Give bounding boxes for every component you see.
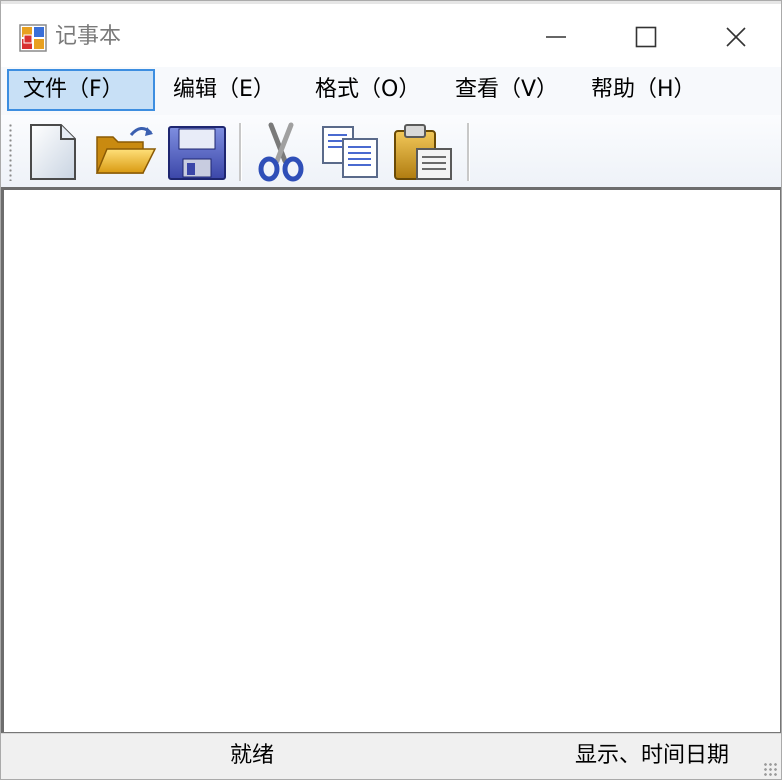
copy-icon — [322, 126, 378, 178]
cut-button[interactable] — [249, 121, 313, 183]
maximize-icon — [635, 26, 657, 48]
notepad-window: 记事本 文件（F） 编辑（E） 格式（O） 查看（V） 帮助（H） 就绪 显示、… — [0, 0, 782, 780]
close-button[interactable] — [691, 12, 781, 62]
minimize-button[interactable] — [511, 12, 601, 62]
title-bar[interactable]: 记事本 — [1, 1, 781, 67]
menu-file[interactable]: 文件（F） — [7, 69, 155, 111]
toolbar — [1, 115, 781, 187]
open-folder-icon — [95, 127, 157, 174]
paste-clipboard-icon — [394, 124, 452, 180]
toolbar-separator — [467, 123, 470, 181]
status-bar: 就绪 显示、时间日期 — [1, 733, 781, 779]
status-ready-label: 就绪 — [230, 743, 275, 768]
window-title: 记事本 — [55, 24, 122, 49]
new-button[interactable] — [21, 121, 85, 183]
menu-view[interactable]: 查看（V） — [439, 69, 575, 111]
save-button[interactable] — [165, 121, 229, 183]
status-info-label[interactable]: 显示、时间日期 — [575, 740, 729, 772]
menu-edit[interactable]: 编辑（E） — [157, 69, 297, 111]
toolbar-separator — [239, 123, 242, 181]
app-icon — [19, 24, 47, 52]
open-button[interactable] — [93, 121, 157, 183]
copy-button[interactable] — [319, 121, 383, 183]
maximize-button[interactable] — [601, 12, 691, 62]
paste-button[interactable] — [391, 121, 455, 183]
resize-grip[interactable] — [763, 762, 777, 776]
close-icon — [726, 27, 746, 47]
toolbar-grip[interactable] — [9, 123, 12, 181]
menu-format[interactable]: 格式（O） — [299, 69, 439, 111]
save-disk-icon — [168, 126, 226, 180]
new-document-icon — [30, 124, 76, 180]
menu-bar: 文件（F） 编辑（E） 格式（O） 查看（V） 帮助（H） — [1, 67, 781, 115]
cut-scissors-icon — [258, 122, 304, 182]
menu-help[interactable]: 帮助（H） — [575, 69, 711, 111]
editor-textarea[interactable] — [1, 187, 781, 733]
minimize-icon — [546, 36, 566, 38]
